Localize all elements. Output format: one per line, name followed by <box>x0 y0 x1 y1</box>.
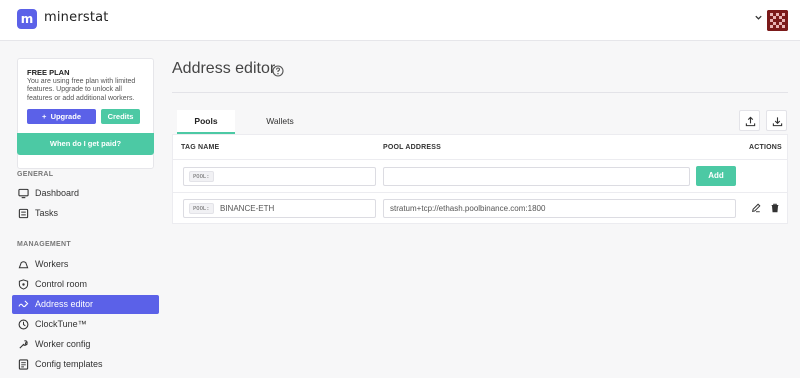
app-name[interactable]: minerstat <box>44 10 109 25</box>
sidebar-item-label: Tasks <box>35 208 59 218</box>
address-input[interactable]: stratum+tcp://ethash.poolbinance.com:180… <box>383 199 736 218</box>
top-bar: m minerstat <box>0 0 800 41</box>
credits-button[interactable]: Credits <box>101 109 140 124</box>
header-divider <box>173 159 787 160</box>
trash-icon[interactable] <box>770 203 780 213</box>
sidebar-item-label: Control room <box>35 279 88 289</box>
plan-description: You are using free plan with limited fea… <box>27 78 136 102</box>
sidebar-item-label: Dashboard <box>35 188 80 198</box>
sidebar-item-clocktune[interactable]: ClockTune™ <box>12 315 159 334</box>
tag-value: BINANCE-ETH <box>220 204 275 213</box>
header-tag-name: TAG NAME <box>181 144 220 151</box>
add-button[interactable]: Add <box>696 166 736 186</box>
sidebar-item-config-templates[interactable]: Config templates <box>12 355 159 374</box>
upgrade-label: Upgrade <box>50 112 81 121</box>
header-pool-address: POOL ADDRESS <box>383 144 442 151</box>
shield-icon <box>18 279 29 290</box>
upgrade-button[interactable]: + Upgrade <box>27 109 96 124</box>
logo-icon[interactable]: m <box>17 9 37 29</box>
plan-card: FREE PLAN You are using free plan with l… <box>17 58 154 169</box>
wrench-icon <box>19 340 28 349</box>
page-title: Address editor <box>172 60 276 77</box>
pool-prefix: POOL: <box>189 171 214 182</box>
pools-table: TAG NAME POOL ADDRESS ACTIONS POOL: Add … <box>172 134 788 224</box>
tasks-icon <box>18 208 29 219</box>
address-value: stratum+tcp://ethash.poolbinance.com:180… <box>390 204 546 213</box>
clock-icon <box>18 319 29 330</box>
workers-icon <box>18 261 29 269</box>
when-paid-button[interactable]: When do I get paid? <box>17 133 154 155</box>
sidebar-item-label: Config templates <box>35 359 103 369</box>
section-management: MANAGEMENT <box>17 241 71 248</box>
chevron-down-icon[interactable] <box>754 13 763 22</box>
sidebar-item-label: Worker config <box>35 339 91 349</box>
sidebar-item-worker-config[interactable]: Worker config <box>12 335 159 354</box>
plus-icon: + <box>42 112 47 121</box>
help-icon[interactable] <box>272 65 284 77</box>
sidebar-item-dashboard[interactable]: Dashboard <box>12 184 159 203</box>
sidebar: FREE PLAN You are using free plan with l… <box>0 41 168 378</box>
sidebar-item-address-editor[interactable]: Address editor <box>12 295 159 314</box>
monitor-icon <box>18 188 29 199</box>
sidebar-item-label: Address editor <box>35 299 94 309</box>
sidebar-item-label: ClockTune™ <box>35 319 87 329</box>
upload-button[interactable] <box>739 110 760 131</box>
address-editor-icon <box>18 300 29 308</box>
edit-icon[interactable] <box>751 203 761 213</box>
row-divider <box>173 192 787 193</box>
sidebar-item-control-room[interactable]: Control room <box>12 275 159 294</box>
avatar[interactable] <box>767 10 788 31</box>
tab-wallets[interactable]: Wallets <box>252 110 308 134</box>
sidebar-item-label: Workers <box>35 259 69 269</box>
sidebar-item-workers[interactable]: Workers <box>12 255 159 274</box>
new-address-input[interactable] <box>383 167 690 186</box>
download-button[interactable] <box>766 110 787 131</box>
template-icon <box>18 359 29 370</box>
upload-icon <box>745 116 756 127</box>
section-general: GENERAL <box>17 171 54 178</box>
tab-pools[interactable]: Pools <box>177 110 235 134</box>
download-icon <box>772 117 783 127</box>
new-tag-input[interactable]: POOL: <box>183 167 376 186</box>
title-divider <box>172 92 788 93</box>
header-actions: ACTIONS <box>749 144 782 151</box>
plan-title: FREE PLAN <box>27 68 70 77</box>
sidebar-item-tasks[interactable]: Tasks <box>12 204 159 223</box>
pool-prefix: POOL: <box>189 203 214 214</box>
tag-input[interactable]: POOL: BINANCE-ETH <box>183 199 376 218</box>
